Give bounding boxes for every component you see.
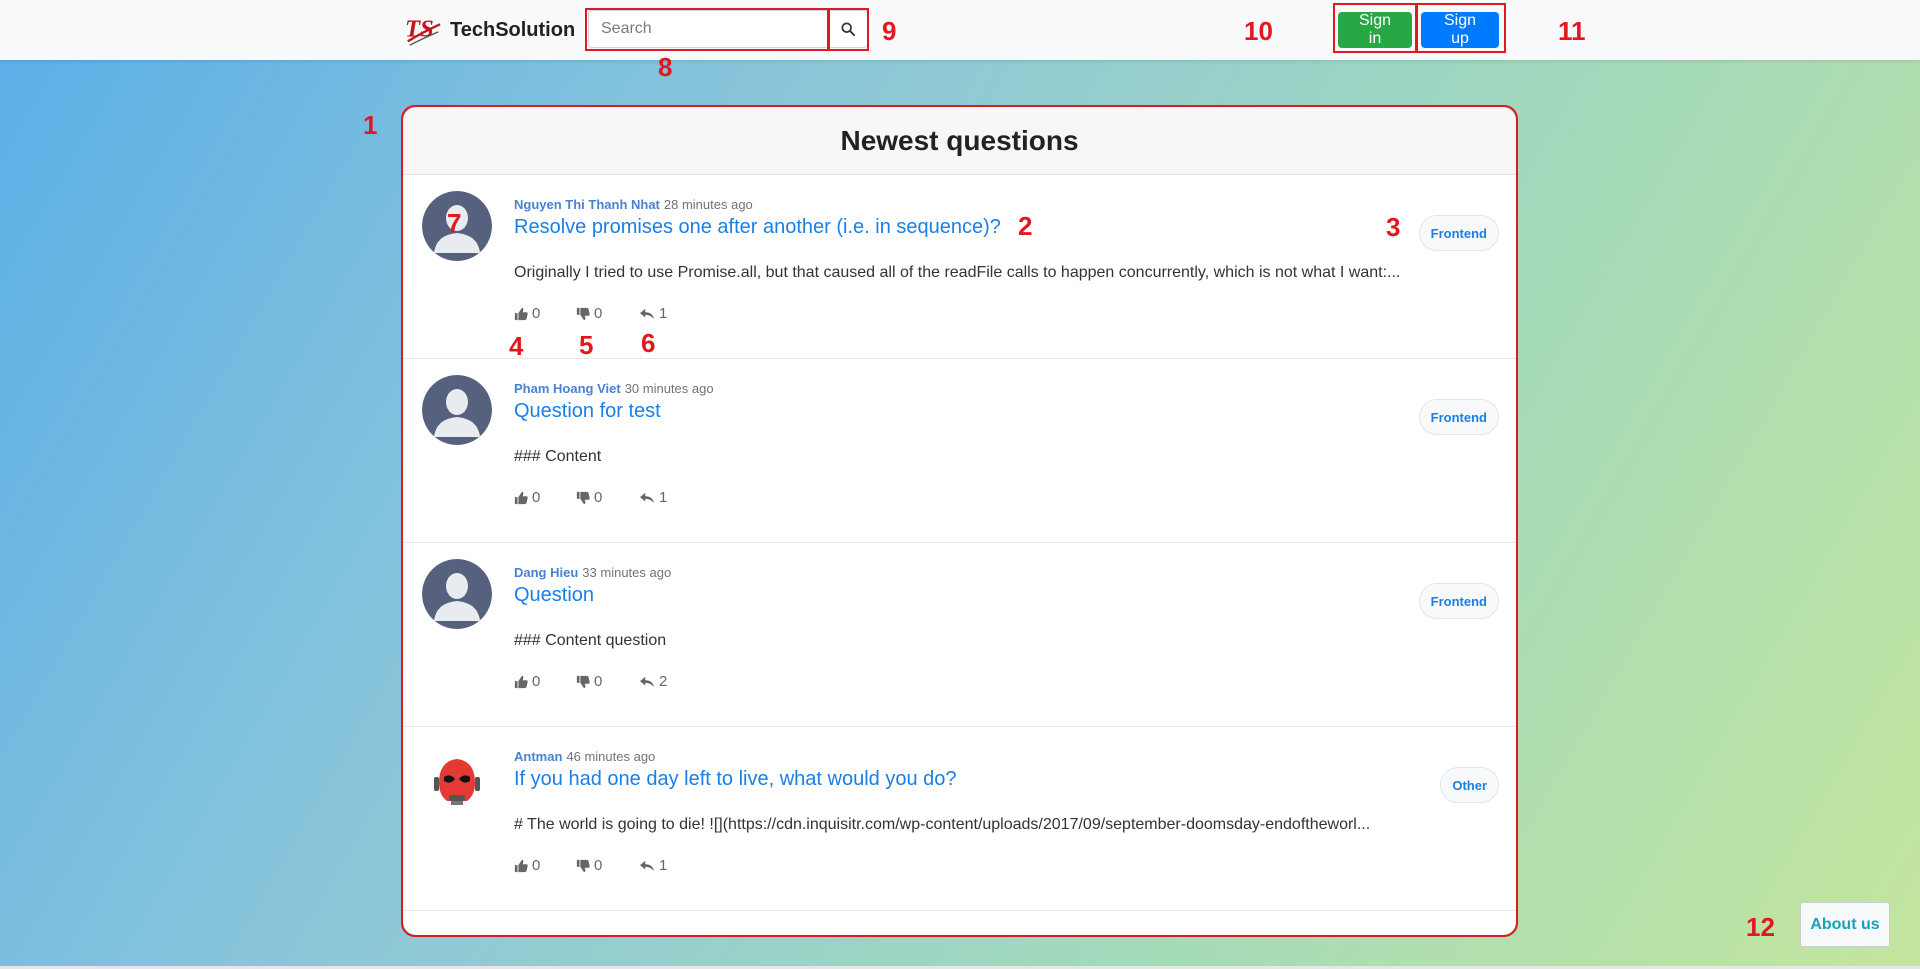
reply-icon — [640, 860, 654, 871]
question-excerpt: ### Content — [514, 448, 602, 465]
question-actions: 0 0 1 — [514, 305, 667, 322]
author-name[interactable]: Pham Hoang Viet — [514, 381, 621, 396]
page-title: Newest questions — [403, 107, 1516, 175]
question-title[interactable]: If you had one day left to live, what wo… — [514, 768, 957, 791]
question-actions: 0 0 2 — [514, 673, 667, 690]
dislike-button[interactable]: 0 — [576, 857, 639, 874]
question-excerpt: Originally I tried to use Promise.all, b… — [514, 264, 1401, 281]
annotation-number: 9 — [882, 16, 897, 46]
thumbs-down-icon — [576, 491, 590, 504]
question-meta: Antman 46 minutes ago — [514, 749, 655, 764]
navbar: TS TechSolution Sign in Sign up — [0, 0, 1920, 60]
thumbs-up-icon — [514, 307, 528, 320]
dislike-button[interactable]: 0 — [576, 673, 639, 690]
annotation-number: 11 — [1558, 16, 1586, 46]
like-button[interactable]: 0 — [514, 857, 576, 874]
brand[interactable]: TS TechSolution — [404, 10, 575, 50]
question-item: Antman 46 minutes ago If you had one day … — [403, 727, 1516, 911]
post-time: 33 minutes ago — [582, 565, 672, 580]
question-meta: Nguyen Thi Thanh Nhat 28 minutes ago — [514, 197, 753, 212]
reply-icon — [640, 308, 654, 319]
post-time: 28 minutes ago — [663, 197, 753, 212]
reply-button[interactable]: 1 — [639, 857, 667, 874]
question-excerpt: # The world is going to die! ![](https:/… — [514, 816, 1371, 833]
author-avatar[interactable] — [422, 743, 492, 813]
annotation-number: 6 — [641, 328, 656, 358]
like-count: 0 — [532, 489, 541, 506]
reply-count: 2 — [659, 673, 668, 690]
like-button[interactable]: 0 — [514, 489, 576, 506]
reply-count: 1 — [659, 305, 668, 322]
like-button[interactable]: 0 — [514, 673, 576, 690]
dislike-count: 0 — [594, 489, 603, 506]
like-count: 0 — [532, 673, 541, 690]
search-group — [588, 10, 868, 48]
question-item: Dang Hieu 33 minutes ago Question ### Con… — [403, 543, 1516, 727]
question-meta: Pham Hoang Viet 30 minutes ago — [514, 381, 714, 396]
dislike-count: 0 — [594, 305, 603, 322]
search-button[interactable] — [828, 10, 868, 48]
thumbs-up-icon — [514, 859, 528, 872]
thumbs-down-icon — [576, 307, 590, 320]
like-button[interactable]: 0 — [514, 305, 576, 322]
thumbs-down-icon — [576, 859, 590, 872]
question-actions: 0 0 1 — [514, 857, 667, 874]
thumbs-up-icon — [514, 675, 528, 688]
reply-icon — [640, 676, 654, 687]
annotation-number: 1 — [363, 110, 378, 140]
annotation-number: 4 — [509, 331, 524, 361]
post-time: 30 minutes ago — [624, 381, 714, 396]
search-input[interactable] — [588, 10, 828, 48]
reply-button[interactable]: 2 — [639, 673, 667, 690]
reply-button[interactable]: 1 — [639, 489, 667, 506]
dislike-count: 0 — [594, 857, 603, 874]
question-item: Pham Hoang Viet 30 minutes ago Question f… — [403, 359, 1516, 543]
sign-up-button[interactable]: Sign up — [1421, 12, 1499, 48]
question-excerpt: ### Content question — [514, 632, 667, 649]
author-name[interactable]: Nguyen Thi Thanh Nhat — [514, 197, 660, 212]
annotation-number: 2 — [1018, 211, 1033, 241]
reply-button[interactable]: 1 — [639, 305, 667, 322]
dislike-button[interactable]: 0 — [576, 305, 639, 322]
question-actions: 0 0 1 — [514, 489, 667, 506]
author-avatar[interactable] — [422, 375, 492, 445]
question-meta: Dang Hieu 33 minutes ago — [514, 565, 671, 580]
search-icon — [840, 22, 855, 36]
category-tag[interactable]: Frontend — [1418, 583, 1499, 619]
thumbs-down-icon — [576, 675, 590, 688]
category-tag[interactable]: Frontend — [1418, 399, 1499, 435]
question-title[interactable]: Question for test — [514, 400, 661, 423]
annotation-number: 5 — [579, 330, 594, 360]
reply-icon — [640, 492, 654, 503]
default-avatar-icon — [422, 375, 492, 445]
default-avatar-icon — [422, 559, 492, 629]
author-name[interactable]: Dang Hieu — [514, 565, 578, 580]
reply-count: 1 — [659, 857, 668, 874]
question-title[interactable]: Question — [514, 584, 594, 607]
about-us-button[interactable]: About us — [1800, 902, 1890, 947]
annotation-number: 8 — [658, 52, 673, 82]
like-count: 0 — [532, 857, 541, 874]
thumbs-up-icon — [514, 491, 528, 504]
antman-avatar-icon — [422, 743, 492, 813]
author-avatar[interactable] — [422, 559, 492, 629]
questions-card: Newest questions Nguyen Thi Thanh Nhat 28… — [403, 107, 1516, 935]
like-count: 0 — [532, 305, 541, 322]
question-title[interactable]: Resolve promises one after another (i.e.… — [514, 216, 1001, 239]
reply-count: 1 — [659, 489, 668, 506]
author-name[interactable]: Antman — [514, 749, 562, 764]
post-time: 46 minutes ago — [566, 749, 656, 764]
category-tag[interactable]: Other — [1440, 767, 1499, 803]
ts-logo-icon: TS — [405, 16, 441, 46]
annotation-number: 10 — [1244, 16, 1273, 46]
annotation-number: 3 — [1386, 212, 1401, 242]
dislike-button[interactable]: 0 — [576, 489, 639, 506]
question-item: Nguyen Thi Thanh Nhat 28 minutes ago Reso… — [403, 175, 1516, 359]
brand-name: TechSolution — [450, 18, 576, 41]
annotation-number: 7 — [447, 208, 462, 238]
dislike-count: 0 — [594, 673, 603, 690]
category-tag[interactable]: Frontend — [1418, 215, 1499, 251]
annotation-number: 12 — [1746, 912, 1775, 942]
sign-in-button[interactable]: Sign in — [1338, 12, 1412, 48]
